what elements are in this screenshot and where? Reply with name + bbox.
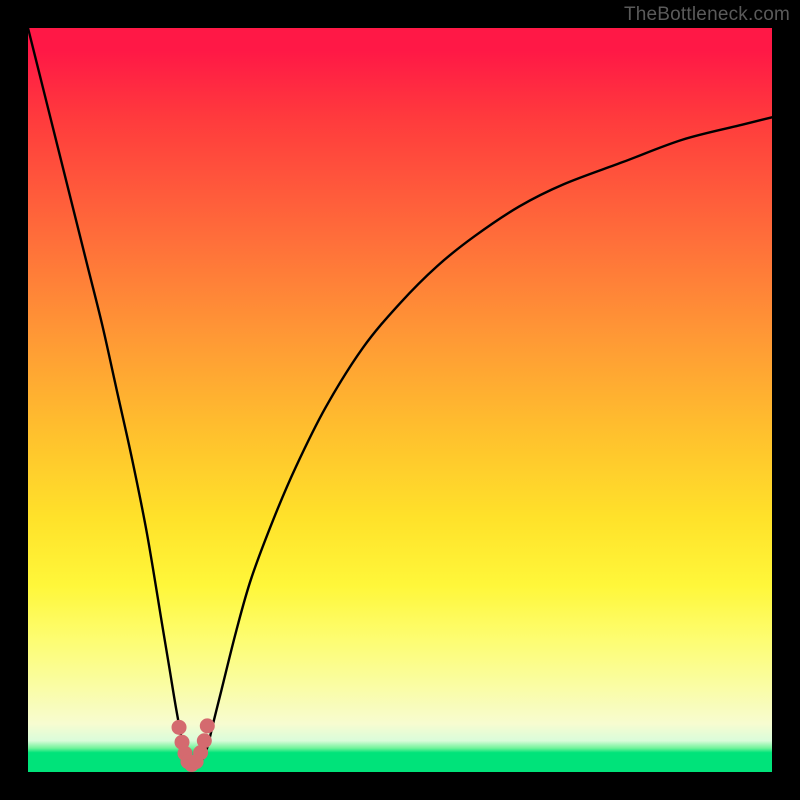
min-marker bbox=[197, 734, 211, 748]
chart-frame: TheBottleneck.com bbox=[0, 0, 800, 800]
plot-area bbox=[28, 28, 772, 772]
min-marker bbox=[172, 720, 186, 734]
curve-layer bbox=[28, 28, 772, 772]
bottleneck-curve bbox=[28, 28, 772, 766]
watermark-text: TheBottleneck.com bbox=[624, 4, 790, 26]
min-marker bbox=[200, 719, 214, 733]
min-highlight-markers bbox=[172, 719, 214, 772]
